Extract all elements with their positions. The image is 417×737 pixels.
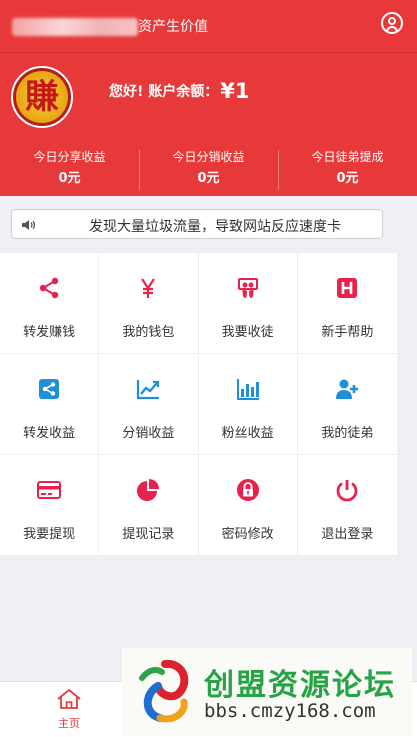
menu-item-label: 退出登录 [321,527,374,542]
share-square-icon [36,376,62,402]
menu-item-apprentices[interactable]: 我的徒弟 [297,354,397,455]
stat-label: 今日徒弟提成 [311,150,384,164]
header-title: 资产生价值 [12,16,208,36]
account-balance: 您好! 账户余额：¥1 [109,79,250,103]
stat-share: 今日分享收益 0元 [0,149,139,193]
menu-item-wallet[interactable]: 我的钱包 [99,253,199,354]
menu-item-label: 我的钱包 [122,325,175,340]
menu-item-label: 提现记录 [122,527,175,542]
menu-item-label: 我要收徒 [221,325,274,340]
menu-item-fan-earnings[interactable]: 粉丝收益 [198,354,298,455]
stat-label: 今日分享收益 [33,150,106,164]
menu-item-share-earn[interactable]: 转发赚钱 [0,253,100,354]
stat-value: 0元 [336,171,359,186]
stat-value: 0元 [58,171,81,186]
credit-card-icon [36,477,62,503]
menu-item-help[interactable]: 新手帮助 [297,253,397,354]
notice-bar[interactable]: 发现大量垃圾流量，导致网站反应速度卡 [11,209,383,239]
watermark-url: bbs.cmzy168.com [204,700,376,722]
stat-value: 0元 [197,171,220,186]
menu-item-label: 密码修改 [221,527,274,542]
menu-item-label: 转发收益 [23,426,76,441]
menu-item-label: 新手帮助 [321,325,374,340]
avatar[interactable]: 賺 [11,66,73,128]
menu-item-change-password[interactable]: 密码修改 [198,455,298,556]
profile-panel: 賺 您好! 账户余额：¥1 今日分享收益 0元 今日分销收益 0元 今日徒弟提成… [0,53,417,196]
power-icon [334,477,360,503]
line-chart-icon [135,376,161,402]
user-plus-icon [334,376,360,402]
menu-item-label: 转发赚钱 [23,325,76,340]
avatar-char: 賺 [25,77,59,117]
stat-distribution: 今日分销收益 0元 [139,149,278,193]
blurred-username [12,18,138,36]
notice-text: 发现大量垃圾流量，导致网站反应速度卡 [89,219,341,235]
bar-chart-icon [235,376,261,402]
user-profile-icon[interactable] [381,12,403,34]
greeting-text: 您好! 账户余额： [109,84,219,100]
balance-value: ¥1 [220,79,250,103]
tab-home[interactable]: 主页 [40,688,98,731]
header-title-text: 资产生价值 [138,19,208,35]
menu-item-share-earnings[interactable]: 转发收益 [0,354,100,455]
menu-item-logout[interactable]: 退出登录 [297,455,397,556]
menu-item-withdraw-history[interactable]: 提现记录 [99,455,199,556]
menu-grid: 转发赚钱 我的钱包 我要收徒 新手帮助 转发收益 分销收益 粉丝收益 我的徒弟 … [0,253,397,556]
avatar-seal: 賺 [16,71,68,123]
menu-item-label: 分销收益 [122,426,175,441]
lock-icon [235,477,261,503]
watermark-name: 创盟资源论坛 [204,668,396,703]
menu-item-label: 我的徒弟 [321,426,374,441]
speaker-icon [22,220,36,230]
hospital-h-icon [334,275,360,301]
menu-item-label: 粉丝收益 [221,426,274,441]
home-icon [57,688,81,709]
tab-home-label: 主页 [58,717,80,730]
watermark-overlay: 创盟资源论坛 bbs.cmzy168.com [122,648,412,736]
stat-label: 今日分销收益 [172,150,245,164]
yen-icon [135,275,161,301]
pie-chart-icon [135,477,161,503]
stat-apprentice: 今日徒弟提成 0元 [278,149,417,193]
menu-item-label: 我要提现 [23,527,76,542]
menu-item-withdraw[interactable]: 我要提现 [0,455,100,556]
menu-item-recruit[interactable]: 我要收徒 [198,253,298,354]
top-header: 资产生价值 [0,0,417,53]
share-icon [36,275,62,301]
watermark-logo [139,659,189,723]
menu-item-distribution-earnings[interactable]: 分销收益 [99,354,199,455]
earnings-stats: 今日分享收益 0元 今日分销收益 0元 今日徒弟提成 0元 [0,149,417,193]
slideshare-icon [235,275,261,301]
